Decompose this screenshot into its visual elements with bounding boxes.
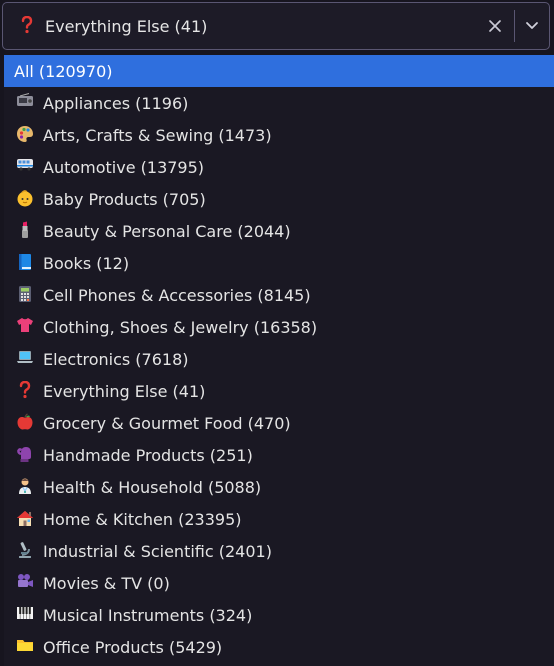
option-item[interactable]: Automotive (13795) <box>4 151 554 183</box>
option-item[interactable]: Books (12) <box>4 247 554 279</box>
dropdown-toggle-button[interactable] <box>515 3 549 49</box>
question-icon <box>15 380 35 401</box>
option-item[interactable]: Industrial & Scientific (2401) <box>4 535 554 567</box>
option-item[interactable]: Musical Instruments (324) <box>4 599 554 631</box>
option-label: Appliances (1196) <box>43 93 189 113</box>
option-label: Automotive (13795) <box>43 157 205 177</box>
option-label: Industrial & Scientific (2401) <box>43 541 272 561</box>
chevron-down-icon <box>526 22 538 29</box>
option-label: Handmade Products (251) <box>43 445 253 465</box>
option-label: All (120970) <box>14 61 113 81</box>
option-label: Health & Household (5088) <box>43 477 262 497</box>
option-label: Clothing, Shoes & Jewelry (16358) <box>43 317 318 337</box>
calculator-icon <box>15 285 35 305</box>
option-label: Grocery & Gourmet Food (470) <box>43 413 291 433</box>
option-label: Home & Kitchen (23395) <box>43 509 242 529</box>
option-label: Beauty & Personal Care (2044) <box>43 221 291 241</box>
option-label: Office Products (5429) <box>43 637 223 657</box>
close-icon <box>489 20 501 32</box>
option-label: Cell Phones & Accessories (8145) <box>43 285 311 305</box>
mitten-icon <box>15 445 35 465</box>
piano-icon <box>15 605 35 625</box>
clear-button[interactable] <box>482 13 508 39</box>
house-icon <box>15 509 35 529</box>
option-label: Everything Else (41) <box>43 381 206 401</box>
option-label: Books (12) <box>43 253 130 273</box>
option-item[interactable]: Handmade Products (251) <box>4 439 554 471</box>
microscope-icon <box>15 541 35 561</box>
movie-camera-icon <box>15 573 35 593</box>
dropdown-menu: All (120970) Appliances (1196) Arts, Craft… <box>4 55 554 666</box>
select-value[interactable]: Everything Else (41) <box>3 15 482 36</box>
radio-icon <box>15 93 35 113</box>
bus-icon <box>15 157 35 177</box>
option-item[interactable]: Health & Household (5088) <box>4 471 554 503</box>
option-item[interactable]: Baby Products (705) <box>4 183 554 215</box>
option-item[interactable]: Clothing, Shoes & Jewelry (16358) <box>4 311 554 343</box>
option-item[interactable]: Electronics (7618) <box>4 343 554 375</box>
apple-icon <box>15 413 35 433</box>
option-item[interactable]: Office Products (5429) <box>4 631 554 663</box>
health-worker-icon <box>15 477 35 497</box>
option-item[interactable]: All (120970) <box>4 55 554 87</box>
laptop-icon <box>15 349 35 369</box>
option-item[interactable]: Everything Else (41) <box>4 375 554 407</box>
option-label: Musical Instruments (324) <box>43 605 253 625</box>
tshirt-icon <box>15 317 35 337</box>
option-item[interactable]: Home & Kitchen (23395) <box>4 503 554 535</box>
option-label: Baby Products (705) <box>43 189 206 209</box>
option-label: Electronics (7618) <box>43 349 189 369</box>
option-item[interactable]: Arts, Crafts & Sewing (1473) <box>4 119 554 151</box>
option-item[interactable]: Cell Phones & Accessories (8145) <box>4 279 554 311</box>
question-icon <box>17 15 37 36</box>
category-select[interactable]: Everything Else (41) <box>2 2 550 50</box>
option-item[interactable]: Movies & TV (0) <box>4 567 554 599</box>
select-value-label: Everything Else (41) <box>45 16 208 36</box>
option-label: Arts, Crafts & Sewing (1473) <box>43 125 272 145</box>
folder-icon <box>15 637 35 657</box>
option-item[interactable]: Appliances (1196) <box>4 87 554 119</box>
book-icon <box>15 253 35 273</box>
palette-icon <box>15 125 35 145</box>
lipstick-icon <box>15 221 35 241</box>
baby-icon <box>15 189 35 209</box>
option-item[interactable]: Beauty & Personal Care (2044) <box>4 215 554 247</box>
option-label: Movies & TV (0) <box>43 573 170 593</box>
option-item[interactable]: Grocery & Gourmet Food (470) <box>4 407 554 439</box>
